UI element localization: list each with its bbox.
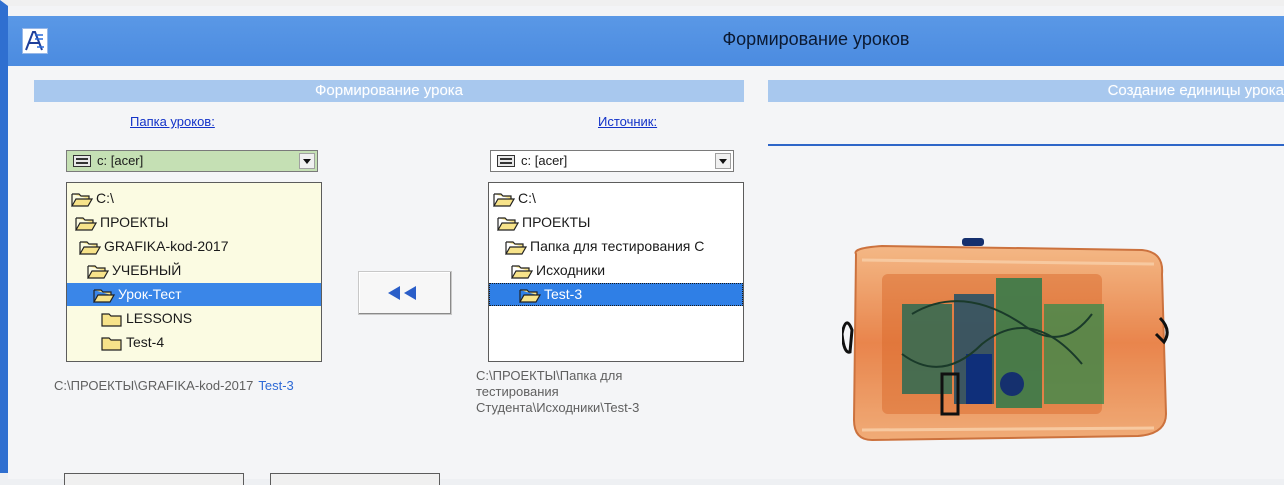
tree-item[interactable]: ПРОЕКТЫ [489, 211, 743, 234]
double-left-arrow-icon [388, 286, 416, 300]
tree-item-label: ПРОЕКТЫ [100, 214, 169, 230]
folder-open-icon [497, 216, 519, 231]
tree-item[interactable]: ПРОЕКТЫ [67, 211, 321, 234]
tree-item[interactable]: Test-3 [489, 283, 743, 306]
tree-item[interactable]: Папка для тестирования С [489, 235, 743, 258]
tree-item[interactable]: Урок-Тест [67, 283, 321, 306]
tree-item[interactable]: Test-4 [67, 331, 321, 354]
chevron-down-icon[interactable] [715, 153, 731, 169]
tree-item-label: УЧЕБНЫЙ [112, 262, 182, 278]
bottom-button-1[interactable] [64, 473, 244, 485]
tree-item-label: GRAFIKA-kod-2017 [104, 238, 229, 254]
lessons-folder-label[interactable]: Папка уроков: [130, 114, 215, 129]
lesson-unit-header: Создание единицы урока [768, 80, 1284, 102]
tree-item-label: ПРОЕКТЫ [522, 214, 591, 230]
drive-icon [497, 155, 515, 167]
tree-item[interactable]: GRAFIKA-kod-2017 [67, 235, 321, 258]
tree-item-label: C:\ [518, 190, 536, 206]
folder-open-icon [505, 240, 527, 255]
lessons-path-highlight: Test-3 [258, 378, 294, 393]
lesson-form-header: Формирование урока [34, 80, 744, 102]
source-path-line: Студента\Исходники\Test-3 [476, 400, 640, 415]
folder-open-icon [493, 192, 515, 207]
folder-open-icon [79, 240, 101, 255]
source-path-line: C:\ПРОЕКТЫ\Папка для [476, 368, 623, 383]
folder-open-icon [511, 264, 533, 279]
tree-item-label: Папка для тестирования С [530, 238, 705, 254]
source-drive-select[interactable]: c: [acer] [490, 150, 734, 172]
folder-open-icon [71, 192, 93, 207]
main-content: Формирование урока Создание единицы урок… [8, 66, 1284, 485]
lessons-path-text: C:\ПРОЕКТЫ\GRAFIKA-kod-2017 [54, 378, 254, 393]
tree-item-label: LESSONS [126, 310, 193, 326]
tree-item-label: Урок-Тест [118, 286, 182, 302]
folder-open-icon [93, 288, 115, 303]
tree-item-label: C:\ [96, 190, 114, 206]
source-drive-value: c: [acer] [521, 153, 568, 168]
tree-item[interactable]: УЧЕБНЫЙ [67, 259, 321, 282]
drive-icon [73, 155, 91, 167]
app-window: Формирование уроков Формирование урока С… [0, 0, 1284, 485]
source-path: C:\ПРОЕКТЫ\Папка для тестирования Студен… [476, 368, 706, 416]
move-to-lesson-button[interactable] [358, 271, 452, 315]
tree-item[interactable]: Исходники [489, 259, 743, 282]
source-path-line: тестирования [476, 384, 559, 399]
right-panel-divider [768, 144, 1284, 146]
title-bar: Формирование уроков [8, 16, 1284, 66]
tree-item-label: Test-3 [544, 286, 583, 302]
folder-open-icon [519, 288, 541, 303]
lessons-drive-value: c: [acer] [97, 153, 144, 168]
tree-item-label: Test-4 [126, 334, 165, 350]
source-label[interactable]: Источник: [598, 114, 657, 129]
folder-open-icon [75, 216, 97, 231]
source-folder-tree[interactable]: C:\ ПРОЕКТЫ Папка для тестирования С Исходн… [488, 182, 744, 362]
lessons-path: C:\ПРОЕКТЫ\GRAFIKA-kod-2017 Test-3 [54, 378, 294, 394]
folder-closed-icon [101, 312, 122, 327]
tree-item[interactable]: LESSONS [67, 307, 321, 330]
tree-item-label: Исходники [536, 262, 606, 278]
xray-preview-image [842, 238, 1169, 442]
folder-open-icon [87, 264, 109, 279]
folder-closed-icon [101, 336, 122, 351]
lessons-drive-select[interactable]: c: [acer] [66, 150, 318, 172]
window-title: Формирование уроков [722, 29, 910, 49]
bottom-button-2[interactable] [270, 473, 440, 485]
tree-item[interactable]: C:\ [489, 187, 743, 210]
lessons-folder-tree[interactable]: C:\ ПРОЕКТЫ GRAFIKA-kod-2017 УЧЕБНЫЙ Урок-Те… [66, 182, 322, 362]
chevron-down-icon[interactable] [299, 153, 315, 169]
tree-item[interactable]: C:\ [67, 187, 321, 210]
